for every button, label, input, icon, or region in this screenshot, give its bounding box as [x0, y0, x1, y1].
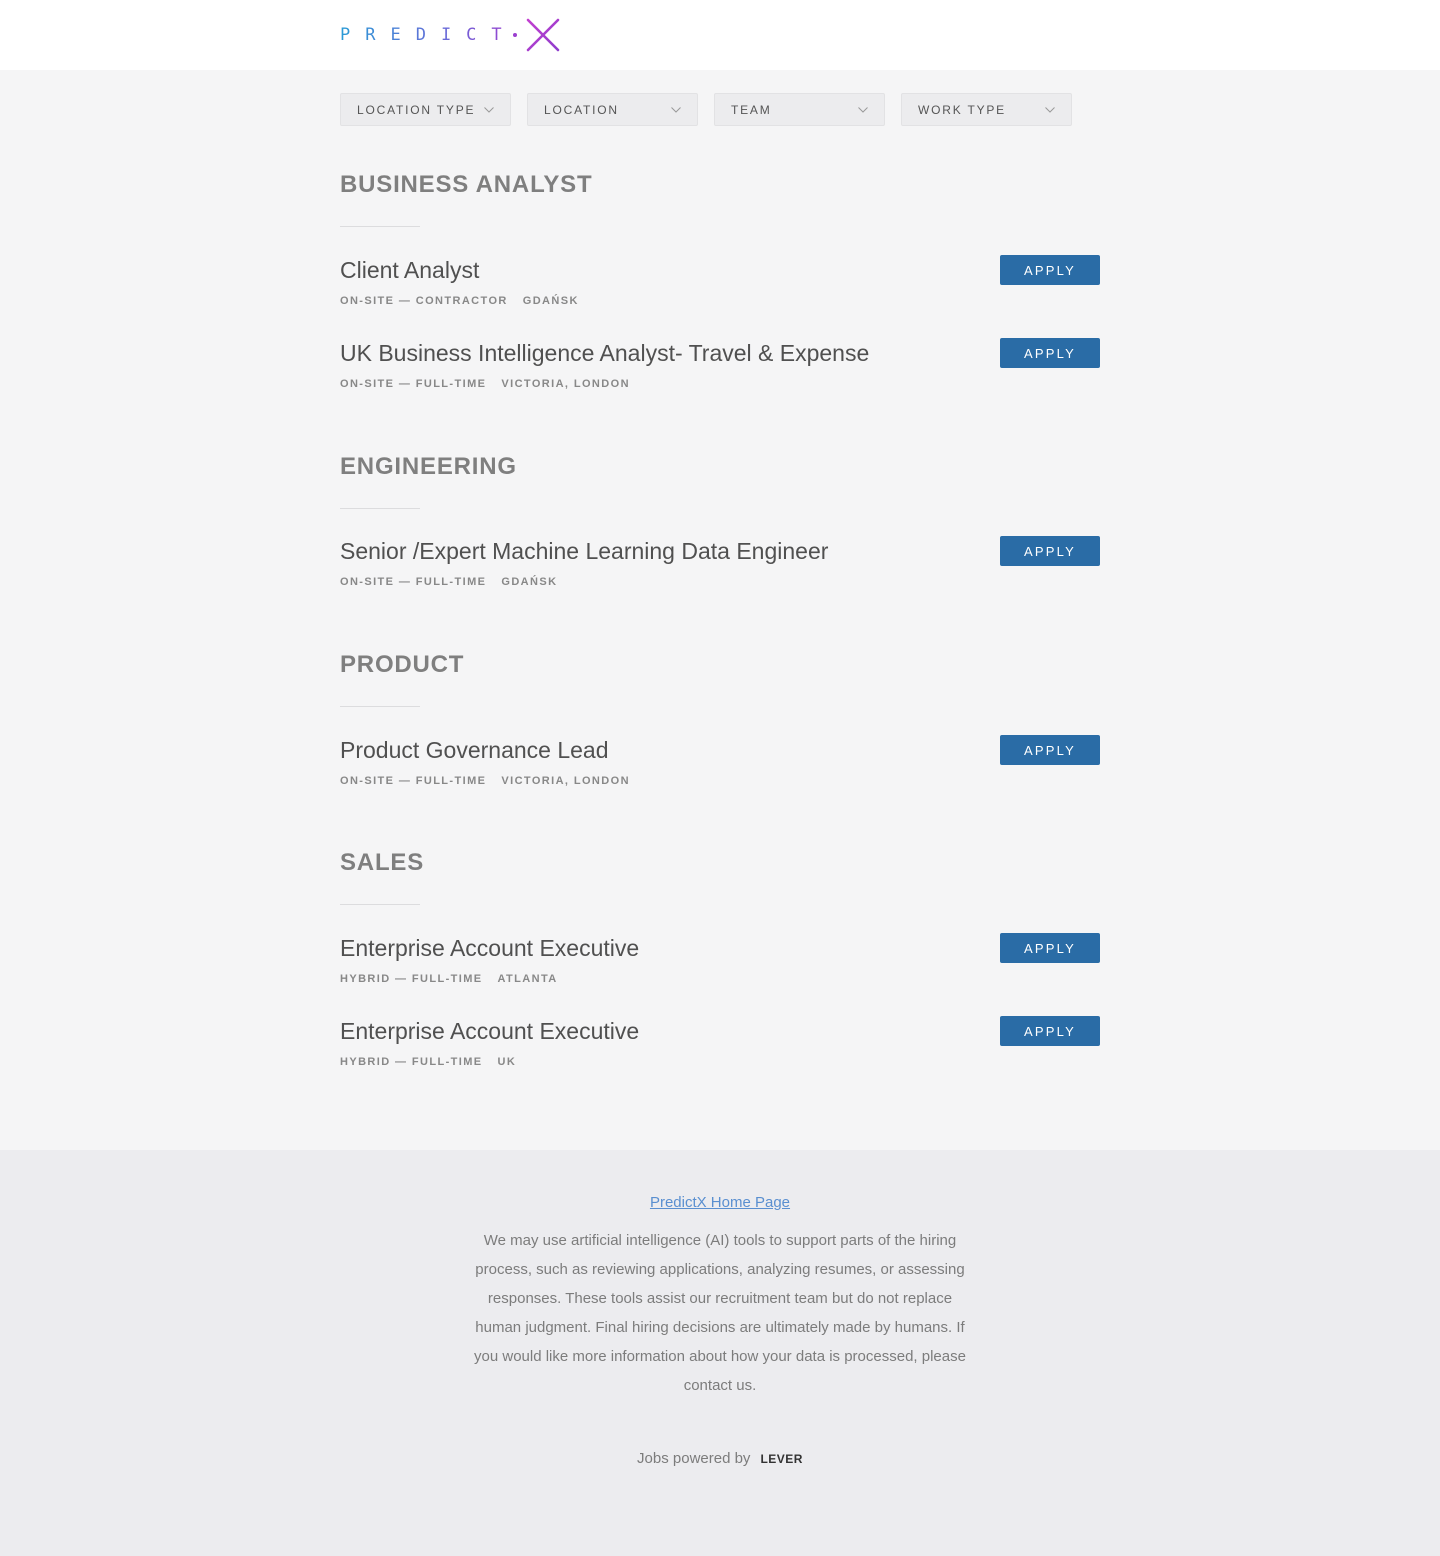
job-posting: UK Business Intelligence Analyst- Travel… — [340, 338, 1100, 398]
team-heading: PRODUCT — [340, 651, 465, 678]
chevron-down-icon — [484, 106, 494, 113]
job-commitment: ON-SITE — FULL-TIME — [340, 775, 487, 787]
chevron-down-icon — [671, 106, 681, 113]
filter-bar: LOCATION TYPE LOCATION TEAM WORK TYPE — [340, 93, 1072, 126]
job-posting: Senior /Expert Machine Learning Data Eng… — [340, 536, 1100, 596]
logo-wordmark: PREDICT — [340, 25, 517, 45]
ai-usage-notice: We may use artificial intelligence (AI) … — [474, 1232, 966, 1394]
logo-x-mark-icon — [526, 18, 559, 52]
apply-button[interactable]: APPLY — [1000, 338, 1100, 368]
team-heading: BUSINESS ANALYST — [340, 171, 593, 198]
job-title-link[interactable]: Client Analyst — [340, 255, 1100, 285]
job-location: GDAŃSK — [501, 576, 558, 588]
job-commitment: HYBRID — FULL-TIME — [340, 973, 483, 985]
filter-location[interactable]: LOCATION — [527, 93, 698, 126]
apply-button[interactable]: APPLY — [1000, 735, 1100, 765]
powered-by-text: Jobs powered by — [637, 1450, 751, 1467]
section-divider — [340, 706, 420, 707]
filter-label: LOCATION TYPE — [357, 102, 476, 117]
job-location: UK — [497, 1056, 517, 1068]
powered-by: Jobs powered by LEVER — [0, 1450, 1440, 1467]
predictx-logo[interactable]: PREDICT — [340, 16, 561, 54]
job-commitment: ON-SITE — FULL-TIME — [340, 576, 487, 588]
job-title-link[interactable]: Enterprise Account Executive — [340, 933, 1100, 963]
team-heading: ENGINEERING — [340, 453, 517, 480]
filter-label: WORK TYPE — [918, 102, 1006, 117]
apply-button[interactable]: APPLY — [1000, 255, 1100, 285]
job-location: VICTORIA, LONDON — [501, 378, 630, 390]
section-divider — [340, 508, 420, 509]
job-location: VICTORIA, LONDON — [501, 775, 630, 787]
section-divider — [340, 226, 420, 227]
job-posting: Client Analyst ON-SITE — CONTRACTOR GDAŃ… — [340, 255, 1100, 315]
team-group-business-analyst: BUSINESS ANALYST — [340, 170, 1100, 227]
job-location: ATLANTA — [497, 973, 558, 985]
job-commitment: ON-SITE — CONTRACTOR — [340, 295, 508, 307]
company-home-link[interactable]: PredictX Home Page — [650, 1194, 790, 1211]
team-group-engineering: ENGINEERING — [340, 452, 1100, 509]
job-commitment: ON-SITE — FULL-TIME — [340, 378, 487, 390]
filter-team[interactable]: TEAM — [714, 93, 885, 126]
job-posting: Enterprise Account Executive HYBRID — FU… — [340, 1016, 1100, 1076]
apply-button[interactable]: APPLY — [1000, 536, 1100, 566]
filter-location-type[interactable]: LOCATION TYPE — [340, 93, 511, 126]
logo-dot — [512, 33, 517, 37]
apply-button[interactable]: APPLY — [1000, 1016, 1100, 1046]
filter-label: TEAM — [731, 102, 772, 117]
chevron-down-icon — [858, 106, 868, 113]
filter-label: LOCATION — [544, 102, 619, 117]
apply-button[interactable]: APPLY — [1000, 933, 1100, 963]
chevron-down-icon — [1045, 106, 1055, 113]
team-group-sales: SALES — [340, 848, 1100, 905]
job-posting: Product Governance Lead ON-SITE — FULL-T… — [340, 735, 1100, 795]
team-group-product: PRODUCT — [340, 650, 1100, 707]
job-posting: Enterprise Account Executive HYBRID — FU… — [340, 933, 1100, 993]
site-header: PREDICT — [0, 0, 1440, 70]
filter-work-type[interactable]: WORK TYPE — [901, 93, 1072, 126]
job-title-link[interactable]: Enterprise Account Executive — [340, 1016, 1100, 1046]
site-footer: PredictX Home Page We may use artificial… — [0, 1150, 1440, 1556]
team-heading: SALES — [340, 849, 425, 876]
section-divider — [340, 904, 420, 905]
lever-logo-link[interactable]: LEVER — [760, 1452, 803, 1466]
job-commitment: HYBRID — FULL-TIME — [340, 1056, 483, 1068]
job-location: GDAŃSK — [522, 295, 579, 307]
job-title-link[interactable]: Product Governance Lead — [340, 735, 1100, 765]
job-title-link[interactable]: Senior /Expert Machine Learning Data Eng… — [340, 536, 1100, 566]
job-title-link[interactable]: UK Business Intelligence Analyst- Travel… — [340, 338, 1100, 368]
